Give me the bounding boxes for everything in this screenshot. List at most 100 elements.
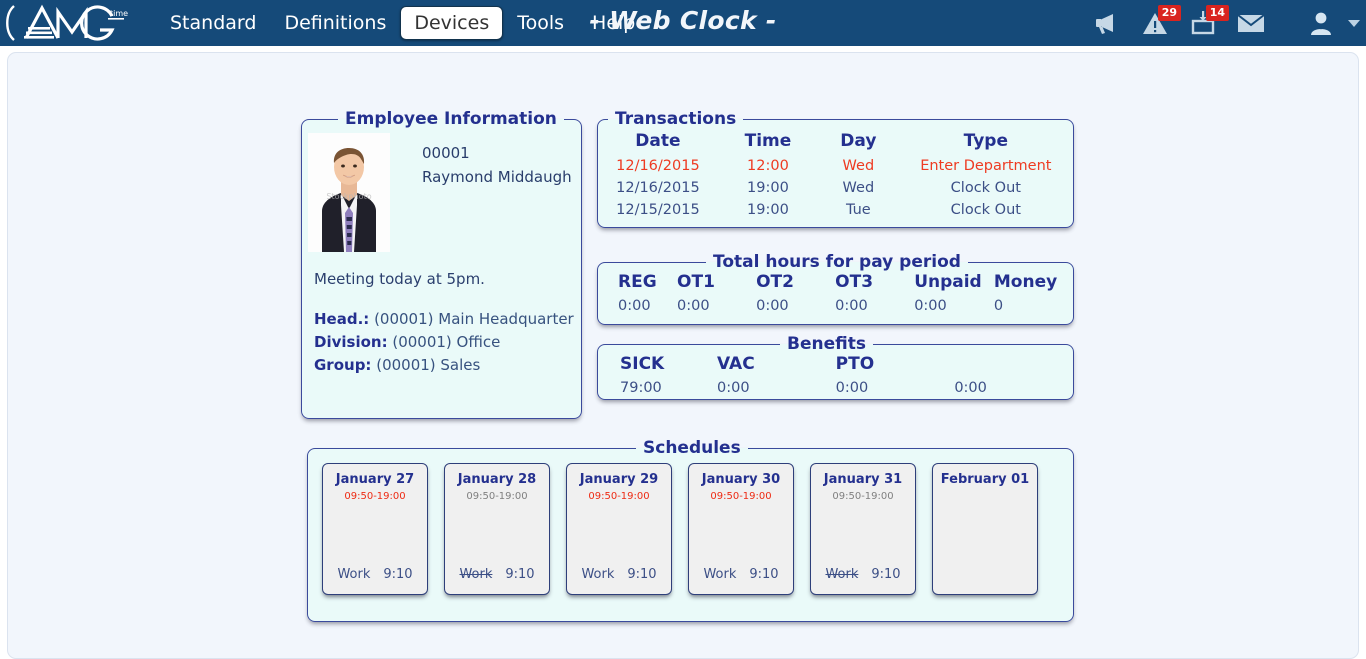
transactions-panel: Transactions Date Time Day Type 12/16/20… xyxy=(597,109,1074,228)
device-badge-count: 14 xyxy=(1205,5,1229,21)
total-hours-col-money: Money xyxy=(993,272,1058,292)
schedule-card[interactable]: February 01 xyxy=(932,463,1038,595)
transactions-col-date: Date xyxy=(635,131,681,151)
nav-item-definitions[interactable]: Definitions xyxy=(270,6,400,40)
employee-id: 00001 xyxy=(422,144,470,162)
benefits-panel: Benefits SICK VAC PTO 79:00 0:00 0:00 0:… xyxy=(597,334,1074,400)
transaction-date: 12/15/2015 xyxy=(616,202,700,218)
warning-triangle-icon[interactable]: 29 xyxy=(1138,5,1181,40)
table-row[interactable]: 12/15/2015 19:00 Tue Clock Out xyxy=(598,199,1073,221)
schedule-footer: Work 9:10 xyxy=(323,567,427,582)
schedule-hours: 9:10 xyxy=(627,567,657,582)
schedule-time: 09:50-19:00 xyxy=(710,491,772,502)
warning-badge-count: 29 xyxy=(1157,5,1181,21)
total-hours-col-ot1: OT1 xyxy=(677,272,715,292)
schedule-label: Work xyxy=(337,567,371,582)
transaction-type: Enter Department xyxy=(920,158,1052,174)
transactions-col-type: Type xyxy=(963,131,1008,151)
content-container: Employee Information Stockphoto 00001 Ra… xyxy=(7,52,1359,659)
envelope-icon[interactable] xyxy=(1234,6,1268,40)
header-tools: 29 14 xyxy=(1090,0,1360,46)
user-menu-chevron-down-icon[interactable] xyxy=(1348,19,1360,27)
svg-text:time: time xyxy=(110,9,128,18)
schedule-time: 09:50-19:00 xyxy=(588,491,650,502)
total-hours-value-unpaid: 0:00 xyxy=(914,298,947,314)
transaction-time: 12:00 xyxy=(747,158,789,174)
transaction-time: 19:00 xyxy=(747,180,789,196)
employee-name: Raymond Middaugh xyxy=(422,168,572,186)
employee-note: Meeting today at 5pm. xyxy=(314,270,485,288)
transaction-type: Clock Out xyxy=(950,202,1021,218)
amg-logo[interactable]: time xyxy=(0,0,146,46)
schedule-card[interactable]: January 29 09:50-19:00 Work 9:10 xyxy=(566,463,672,595)
transaction-date: 12/16/2015 xyxy=(616,158,700,174)
page-body: Employee Information Stockphoto 00001 Ra… xyxy=(0,46,1366,659)
table-row[interactable]: 12/16/2015 12:00 Wed Enter Department xyxy=(598,155,1073,177)
transactions-col-time: Time xyxy=(744,131,792,151)
schedule-time: 09:50-19:00 xyxy=(466,491,528,502)
schedule-time: 09:50-19:00 xyxy=(832,491,894,502)
schedule-card[interactable]: January 28 09:50-19:00 Work 9:10 xyxy=(444,463,550,595)
device-inbox-icon[interactable]: 14 xyxy=(1186,5,1229,40)
table-row[interactable]: 12/16/2015 19:00 Wed Clock Out xyxy=(598,177,1073,199)
employee-information-panel: Employee Information Stockphoto 00001 Ra… xyxy=(301,109,582,419)
schedule-label: Work xyxy=(581,567,615,582)
total-hours-legend: Total hours for pay period xyxy=(713,252,961,272)
schedule-card[interactable]: January 31 09:50-19:00 Work 9:10 xyxy=(810,463,916,595)
benefits-header-row: SICK VAC PTO xyxy=(598,354,1073,378)
employee-head-row: Head.: (00001) Main Headquarter xyxy=(314,308,581,331)
total-hours-col-ot2: OT2 xyxy=(756,272,794,292)
total-hours-value-ot3: 0:00 xyxy=(835,298,868,314)
schedule-time: 09:50-19:00 xyxy=(344,491,406,502)
schedule-date: January 30 xyxy=(701,472,781,487)
benefits-col-vac: VAC xyxy=(717,354,755,374)
nav-item-standard[interactable]: Standard xyxy=(156,6,270,40)
employee-head-label: Head.: xyxy=(314,310,370,328)
transactions-legend: Transactions xyxy=(615,109,737,129)
transaction-date: 12/16/2015 xyxy=(616,180,700,196)
employee-identity: 00001 Raymond Middaugh xyxy=(390,133,572,252)
total-hours-panel: Total hours for pay period REG OT1 OT2 O… xyxy=(597,252,1074,325)
transaction-day: Tue xyxy=(845,202,871,218)
top-navigation-bar: time Standard Definitions Devices Tools … xyxy=(0,0,1366,46)
benefits-value-row: 79:00 0:00 0:00 0:00 xyxy=(598,378,1073,396)
employee-division-label: Division: xyxy=(314,333,388,351)
benefits-value-sick: 79:00 xyxy=(620,380,662,396)
employee-meta: Head.: (00001) Main Headquarter Division… xyxy=(302,288,581,377)
schedule-date: January 31 xyxy=(823,472,903,487)
schedule-footer: Work 9:10 xyxy=(567,567,671,582)
total-hours-value-row: 0:00 0:00 0:00 0:00 0:00 0 xyxy=(598,296,1073,314)
schedule-date: January 28 xyxy=(457,472,537,487)
schedule-card[interactable]: January 27 09:50-19:00 Work 9:10 xyxy=(322,463,428,595)
employee-information-legend: Employee Information xyxy=(345,109,557,129)
schedule-footer: Work 9:10 xyxy=(811,567,915,582)
employee-group-row: Group: (00001) Sales xyxy=(314,354,581,377)
employee-photo: Stockphoto xyxy=(308,133,390,252)
user-avatar-icon[interactable] xyxy=(1304,6,1338,40)
transaction-day: Wed xyxy=(842,158,875,174)
schedule-card[interactable]: January 30 09:50-19:00 Work 9:10 xyxy=(688,463,794,595)
total-hours-col-unpaid: Unpaid xyxy=(914,272,982,292)
benefits-col-sick: SICK xyxy=(620,354,665,374)
schedule-hours: 9:10 xyxy=(383,567,413,582)
schedule-hours: 9:10 xyxy=(871,567,901,582)
schedule-date: January 29 xyxy=(579,472,659,487)
nav-item-tools[interactable]: Tools xyxy=(503,6,578,40)
schedules-panel: Schedules January 27 09:50-19:00 Work 9:… xyxy=(307,438,1074,622)
transaction-type: Clock Out xyxy=(950,180,1021,196)
schedule-date: January 27 xyxy=(335,472,415,487)
schedule-hours: 9:10 xyxy=(505,567,535,582)
transactions-table: Date Time Day Type 12/16/2015 12:00 Wed … xyxy=(598,130,1073,221)
schedule-footer: Work 9:10 xyxy=(445,567,549,582)
benefits-value-vac: 0:00 xyxy=(717,380,750,396)
transactions-header-row: Date Time Day Type xyxy=(598,130,1073,155)
total-hours-value-ot2: 0:00 xyxy=(756,298,789,314)
employee-group-label: Group: xyxy=(314,356,372,374)
nav-item-devices[interactable]: Devices xyxy=(400,6,504,40)
transaction-day: Wed xyxy=(842,180,875,196)
nav-item-help[interactable]: Help xyxy=(578,6,649,40)
megaphone-icon[interactable] xyxy=(1090,6,1124,40)
total-hours-value-money: 0 xyxy=(993,298,1004,314)
svg-text:Stockphoto: Stockphoto xyxy=(326,192,371,201)
benefits-value-pto: 0:00 xyxy=(835,380,869,396)
